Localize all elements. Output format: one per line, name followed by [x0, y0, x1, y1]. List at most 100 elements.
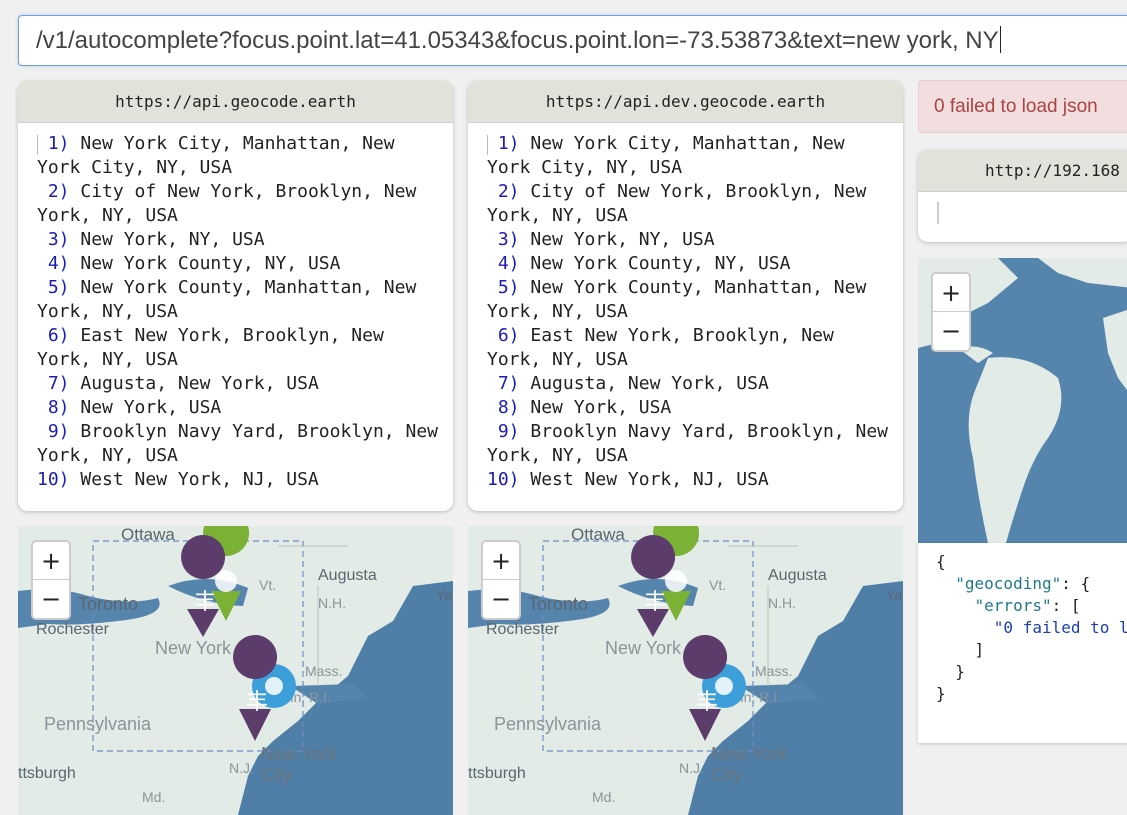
- map-label-augusta: Augusta: [318, 567, 377, 584]
- result-item[interactable]: 1) New York City, Manhattan, New York Ci…: [487, 132, 893, 180]
- result-label: Augusta, New York, USA: [80, 373, 319, 394]
- result-label: New York County, NY, USA: [80, 253, 341, 274]
- result-label: West New York, NJ, USA: [80, 469, 319, 490]
- result-label: New York, USA: [80, 397, 222, 418]
- result-number: 6): [47, 325, 70, 346]
- map-label-nj: N.J.: [229, 760, 254, 776]
- map-label-toronto: Toronto: [78, 594, 138, 614]
- result-item[interactable]: 8) New York, USA: [37, 396, 443, 420]
- zoom-in-button[interactable]: +: [933, 274, 969, 312]
- query-input[interactable]: /v1/autocomplete?focus.point.lat=41.0534…: [18, 15, 1127, 66]
- result-label: Brooklyn Navy Yard, Brooklyn, New York, …: [37, 421, 449, 466]
- result-label: City of New York, Brooklyn, New York, NY…: [487, 181, 878, 226]
- result-number: 9): [47, 421, 70, 442]
- map-label-nh: N.H.: [768, 595, 796, 611]
- result-item[interactable]: 7) Augusta, New York, USA: [37, 372, 443, 396]
- result-number: 3): [497, 229, 520, 250]
- results-map-local[interactable]: + −: [918, 258, 1127, 543]
- query-text: /v1/autocomplete?focus.point.lat=41.0534…: [36, 27, 999, 54]
- map-label-md: Md.: [142, 789, 165, 805]
- map-label-pittsburgh: ttsburgh: [18, 765, 76, 782]
- map-zoom-control: + −: [31, 540, 71, 620]
- result-item[interactable]: 5) New York County, Manhattan, New York,…: [487, 276, 893, 324]
- results-panel-dev: https://api.dev.geocode.earth 1) New Yor…: [468, 81, 903, 511]
- map-label-vt: Vt.: [709, 577, 726, 593]
- result-item[interactable]: 8) New York, USA: [487, 396, 893, 420]
- json-punct: : [: [1051, 596, 1081, 615]
- map-tiles: Ottawa Toronto Rochester Augusta Vt. N.H…: [468, 526, 903, 815]
- json-error-value: "0 failed to load json": [993, 618, 1127, 637]
- result-item[interactable]: 6) East New York, Brooklyn, New York, NY…: [487, 324, 893, 372]
- map-zoom-control: + −: [481, 540, 521, 620]
- map-label-nyc: New York: [711, 744, 788, 764]
- result-label: Brooklyn Navy Yard, Brooklyn, New York, …: [487, 421, 899, 466]
- map-label-ya: Ya: [886, 587, 902, 603]
- result-item[interactable]: 3) New York, NY, USA: [487, 228, 893, 252]
- json-brace-open: {: [936, 552, 946, 571]
- json-brace-close: }: [955, 662, 965, 681]
- results-empty: [918, 192, 1127, 242]
- result-item[interactable]: 7) Augusta, New York, USA: [487, 372, 893, 396]
- result-item[interactable]: 2) City of New York, Brooklyn, New York,…: [487, 180, 893, 228]
- results-map-dev[interactable]: Ottawa Toronto Rochester Augusta Vt. N.H…: [468, 526, 903, 815]
- panel-host-header: http://192.168: [918, 150, 1127, 192]
- zoom-in-button[interactable]: +: [33, 542, 69, 580]
- result-label: New York City, Manhattan, New York City,…: [37, 133, 406, 178]
- zoom-out-button[interactable]: −: [33, 580, 69, 618]
- result-label: New York, NY, USA: [530, 229, 715, 250]
- result-number: 7): [497, 373, 520, 394]
- result-item[interactable]: 5) New York County, Manhattan, New York,…: [37, 276, 443, 324]
- result-item[interactable]: 4) New York County, NY, USA: [487, 252, 893, 276]
- json-punct: : {: [1061, 574, 1091, 593]
- result-number: 3): [47, 229, 70, 250]
- json-bracket-close: ]: [974, 640, 985, 659]
- map-label-nh: N.H.: [318, 595, 346, 611]
- map-label-toronto: Toronto: [528, 594, 588, 614]
- map-label-ya: Ya: [436, 587, 452, 603]
- result-item[interactable]: 9) Brooklyn Navy Yard, Brooklyn, New Yor…: [37, 420, 443, 468]
- map-label-augusta: Augusta: [768, 567, 827, 584]
- map-label-city: City: [261, 765, 292, 785]
- zoom-out-button[interactable]: −: [933, 312, 969, 350]
- map-label-pennsylvania: Pennsylvania: [44, 714, 152, 734]
- result-label: New York City, Manhattan, New York City,…: [487, 133, 856, 178]
- map-label-new-york: New York: [155, 638, 232, 658]
- svg-text:丰: 丰: [194, 590, 216, 615]
- result-item[interactable]: 6) East New York, Brooklyn, New York, NY…: [37, 324, 443, 372]
- result-number: 4): [47, 253, 70, 274]
- svg-text:丰: 丰: [246, 690, 268, 715]
- results-map-prod[interactable]: Ottawa Toronto Rochester Augusta Vt. N.H…: [18, 526, 453, 815]
- result-item[interactable]: 10) West New York, NJ, USA: [487, 468, 893, 492]
- result-number: 9): [497, 421, 520, 442]
- text-caret: [999, 26, 1001, 53]
- result-item[interactable]: 3) New York, NY, USA: [37, 228, 443, 252]
- json-brace-close: }: [936, 684, 946, 703]
- result-label: City of New York, Brooklyn, New York, NY…: [37, 181, 428, 226]
- result-number: 6): [497, 325, 520, 346]
- map-label-nj: N.J.: [679, 760, 704, 776]
- zoom-out-button[interactable]: −: [483, 580, 519, 618]
- result-item[interactable]: 4) New York County, NY, USA: [37, 252, 443, 276]
- json-viewer: { "geocoding": { "errors": [ "0 failed t…: [918, 543, 1127, 743]
- result-item[interactable]: 2) City of New York, Brooklyn, New York,…: [37, 180, 443, 228]
- result-item[interactable]: 10) West New York, NJ, USA: [37, 468, 443, 492]
- result-number: 5): [497, 277, 520, 298]
- results-panel-prod: https://api.geocode.earth 1) New York Ci…: [18, 81, 453, 511]
- map-label-new-york: New York: [605, 638, 682, 658]
- map-label-mass: Mass.: [755, 663, 792, 679]
- map-label-nyc: New York: [261, 744, 338, 764]
- result-label: New York County, Manhattan, New York, NY…: [487, 277, 878, 322]
- map-label-ottawa: Ottawa: [121, 526, 175, 544]
- result-item[interactable]: 1) New York City, Manhattan, New York Ci…: [37, 132, 443, 180]
- result-number: 10): [487, 469, 520, 490]
- map-label-md: Md.: [592, 789, 615, 805]
- result-label: West New York, NJ, USA: [530, 469, 769, 490]
- map-label-pennsylvania: Pennsylvania: [494, 714, 602, 734]
- result-label: New York, NY, USA: [80, 229, 265, 250]
- result-number: 2): [47, 181, 70, 202]
- map-label-rochester: Rochester: [36, 621, 110, 638]
- result-item[interactable]: 9) Brooklyn Navy Yard, Brooklyn, New Yor…: [487, 420, 893, 468]
- zoom-in-button[interactable]: +: [483, 542, 519, 580]
- json-key-errors: "errors": [974, 596, 1052, 615]
- empty-cursor: [937, 202, 939, 224]
